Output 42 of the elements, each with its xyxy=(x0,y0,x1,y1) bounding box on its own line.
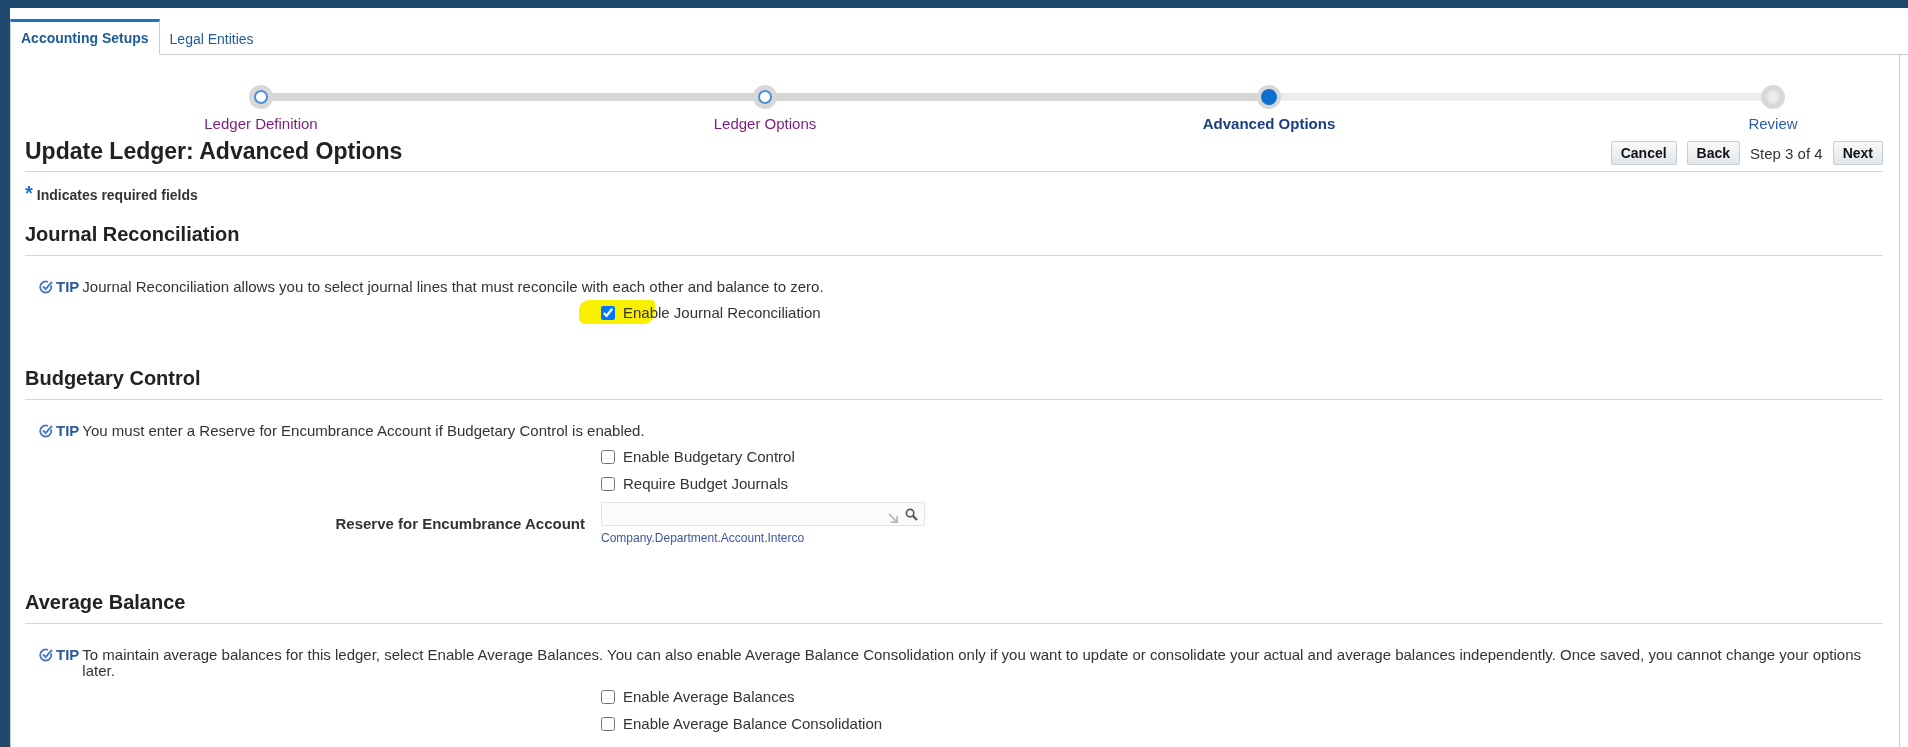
step-label[interactable]: Review xyxy=(1748,115,1798,132)
step-label: Advanced Options xyxy=(1202,115,1336,132)
arrow-icon xyxy=(888,512,899,524)
account-field[interactable] xyxy=(601,502,925,526)
tip-label: TIP xyxy=(56,278,80,295)
page-title: Update Ledger: Advanced Options xyxy=(25,138,403,165)
tab[interactable]: Legal Entities xyxy=(159,23,264,55)
tip-text: Journal Reconciliation allows you to select journal lines that must reconcile with each other and balance to zero. xyxy=(82,279,824,295)
tip-text: You must enter a Reserve for Encumbrance Account if Budgetary Control is enabled. xyxy=(82,423,645,439)
nav-button[interactable]: Back xyxy=(1686,141,1741,165)
checkbox[interactable] xyxy=(601,305,615,320)
field-hint: Company.Department.Account.Interco xyxy=(601,531,806,545)
nav-button[interactable]: Next xyxy=(1832,141,1883,165)
step-marker-icon[interactable] xyxy=(1257,85,1281,109)
checkbox-label[interactable]: Enable Average Balances xyxy=(623,688,795,705)
search-icon[interactable] xyxy=(905,507,918,521)
tab[interactable]: Accounting Setups xyxy=(10,19,160,55)
tip-label: TIP xyxy=(56,422,80,439)
section-heading: Average Balance xyxy=(25,591,1883,624)
checkbox[interactable] xyxy=(601,716,615,731)
section-heading: Budgetary Control xyxy=(25,367,1883,400)
checkbox-label[interactable]: Enable Average Balance Consolidation xyxy=(623,715,883,732)
checkbox[interactable] xyxy=(601,449,615,464)
checkbox-label[interactable]: Require Budget Journals xyxy=(623,475,789,492)
step-label[interactable]: Ledger Options xyxy=(713,115,817,132)
check-circle-icon xyxy=(39,280,53,294)
section-heading: Journal Reconciliation xyxy=(25,223,1883,256)
step-label[interactable]: Ledger Definition xyxy=(204,115,318,132)
nav-button[interactable]: Cancel xyxy=(1610,141,1677,165)
checkbox[interactable] xyxy=(601,689,615,704)
field-label: Reserve for Encumbrance Account xyxy=(334,515,585,532)
required-note: Indicates required fields xyxy=(36,187,198,203)
tip-label: TIP xyxy=(56,646,80,663)
check-circle-icon xyxy=(39,424,53,438)
step-marker-icon[interactable] xyxy=(249,85,273,109)
required-mark: * xyxy=(25,182,33,205)
step-indicator: Step 3 of 4 xyxy=(1750,144,1823,162)
checkbox[interactable] xyxy=(601,476,615,491)
check-circle-icon xyxy=(39,648,53,662)
checkbox-label[interactable]: Enable Budgetary Control xyxy=(623,448,795,465)
tip-text: To maintain average balances for this ledger, select Enable Average Balances. You can also enable Average Balance Consolidation only if you want to update or consolidate your actual and average balances independently. Once saved, you cannot change your options later. xyxy=(82,647,1863,679)
step-marker-icon[interactable] xyxy=(1761,85,1785,109)
